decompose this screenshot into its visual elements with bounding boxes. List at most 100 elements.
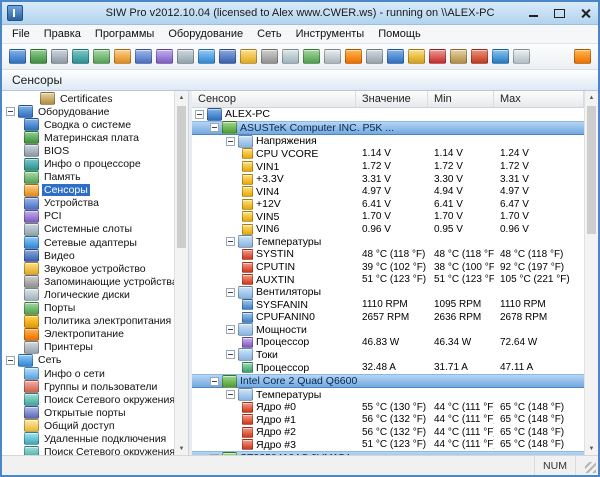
table-row[interactable]: VIN44.97 V4.94 V4.97 V xyxy=(192,185,584,198)
cpu-toolbar-button[interactable] xyxy=(70,46,91,67)
sidebar-item[interactable]: Запоминающие устройства xyxy=(2,275,174,288)
sidebar-item[interactable]: Электропитание xyxy=(2,328,174,341)
menu-item-5[interactable]: Инструменты xyxy=(289,27,372,41)
cert-toolbar-button[interactable] xyxy=(448,46,469,67)
expander-icon[interactable] xyxy=(195,110,204,119)
email-toolbar-button[interactable] xyxy=(511,46,532,67)
scroll-up-icon[interactable]: ▲ xyxy=(175,91,188,104)
storage-toolbar-button[interactable] xyxy=(259,46,280,67)
sidebar-item[interactable]: Сводка о системе xyxy=(2,118,174,131)
expander-icon[interactable] xyxy=(226,137,235,146)
sidebar-item[interactable]: PCI xyxy=(2,210,174,223)
expander-icon[interactable] xyxy=(210,377,219,386)
title-bar[interactable]: SIW Pro v2012.10.04 (licensed to Alex ww… xyxy=(2,2,598,25)
sidebar-item[interactable]: Видео xyxy=(2,249,174,262)
table-row[interactable]: Вентиляторы xyxy=(192,286,584,299)
table-row[interactable]: SYSFANIN1110 RPM1095 RPM1110 RPM xyxy=(192,298,584,311)
sidebar-item[interactable]: Certificates xyxy=(2,92,174,105)
column-header-max[interactable]: Max xyxy=(494,91,584,107)
menu-item-2[interactable]: Программы xyxy=(88,27,161,41)
globe-toolbar-button[interactable] xyxy=(490,46,511,67)
devices-toolbar-button[interactable] xyxy=(133,46,154,67)
printers-toolbar-button[interactable] xyxy=(364,46,385,67)
table-row[interactable]: Токи xyxy=(192,349,584,362)
menu-item-0[interactable]: File xyxy=(5,27,37,41)
sensors-toolbar-button[interactable] xyxy=(112,46,133,67)
summary-toolbar-button[interactable] xyxy=(7,46,28,67)
table-row[interactable]: VIN11.72 V1.72 V1.72 V xyxy=(192,160,584,173)
table-row[interactable]: +3.3V3.31 V3.30 V3.31 V xyxy=(192,173,584,186)
column-header-value[interactable]: Значение xyxy=(356,91,428,107)
table-row[interactable]: CPU VCORE1.14 V1.14 V1.24 V xyxy=(192,148,584,161)
sidebar-item[interactable]: Политика электропитания xyxy=(2,315,174,328)
table-row[interactable]: VIN51.70 V1.70 V1.70 V xyxy=(192,211,584,224)
column-header-sensor[interactable]: Сенсор xyxy=(192,91,356,107)
table-row[interactable]: Ядро #055 °C (130 °F)44 °C (111 °F)65 °C… xyxy=(192,401,584,414)
slots-toolbar-button[interactable] xyxy=(175,46,196,67)
sidebar-item[interactable]: Звуковое устройство xyxy=(2,262,174,275)
sidebar-item[interactable]: Удаленные подключения xyxy=(2,432,174,445)
maximize-button[interactable] xyxy=(546,4,572,22)
menu-item-3[interactable]: Оборудование xyxy=(161,27,250,41)
table-row[interactable]: Мощности xyxy=(192,324,584,337)
sidebar-item[interactable]: Группы и пользователи xyxy=(2,380,174,393)
power-toolbar-button[interactable] xyxy=(343,46,364,67)
scroll-thumb[interactable] xyxy=(177,106,186,248)
expander-icon[interactable] xyxy=(210,123,219,132)
bios-toolbar-button[interactable] xyxy=(49,46,70,67)
scroll-down-icon[interactable]: ▼ xyxy=(585,442,598,455)
expander-icon[interactable] xyxy=(6,107,15,116)
table-scrollbar[interactable]: ▲ ▼ xyxy=(584,91,598,455)
table-row[interactable]: Процессор46.83 W46.34 W72.64 W xyxy=(192,336,584,349)
sidebar-scrollbar[interactable]: ▲ ▼ xyxy=(174,91,188,455)
scroll-thumb[interactable] xyxy=(587,106,596,234)
sidebar-item[interactable]: Устройства xyxy=(2,197,174,210)
table-row[interactable]: AUXTIN51 °C (123 °F)51 °C (123 °F)105 °C… xyxy=(192,273,584,286)
home-toolbar-button[interactable] xyxy=(469,46,490,67)
disks-toolbar-button[interactable] xyxy=(280,46,301,67)
menu-item-4[interactable]: Сеть xyxy=(250,27,288,41)
table-row[interactable]: VIN60.96 V0.95 V0.96 V xyxy=(192,223,584,236)
sidebar-item[interactable]: Поиск Сетевого окружения xyxy=(2,446,174,455)
column-header-min[interactable]: Min xyxy=(428,91,494,107)
sidebar-item[interactable]: Сенсоры xyxy=(2,184,174,197)
scroll-down-icon[interactable]: ▼ xyxy=(175,442,188,455)
table-row[interactable]: SYSTIN48 °C (118 °F)48 °C (118 °F)48 °C … xyxy=(192,248,584,261)
table-row[interactable]: Температуры xyxy=(192,388,584,401)
sidebar-item[interactable]: BIOS xyxy=(2,144,174,157)
table-row[interactable]: +12V6.41 V6.41 V6.47 V xyxy=(192,198,584,211)
table-row[interactable]: Ядро #156 °C (132 °F)44 °C (111 °F)65 °C… xyxy=(192,414,584,427)
table-row[interactable]: CPUFANIN02657 RPM2636 RPM2678 RPM xyxy=(192,311,584,324)
expander-icon[interactable] xyxy=(226,350,235,359)
stopwatch-toolbar-button[interactable] xyxy=(322,46,343,67)
menu-item-6[interactable]: Помощь xyxy=(371,27,428,41)
ports-toolbar-button[interactable] xyxy=(301,46,322,67)
key-toolbar-button[interactable] xyxy=(406,46,427,67)
table-row[interactable]: Напряжения xyxy=(192,135,584,148)
expander-icon[interactable] xyxy=(226,288,235,297)
sidebar-item[interactable]: Поиск Сетевого окружения xyxy=(2,393,174,406)
sidebar-item[interactable]: Порты xyxy=(2,302,174,315)
video-toolbar-button[interactable] xyxy=(217,46,238,67)
scroll-up-icon[interactable]: ▲ xyxy=(585,91,598,104)
sidebar-item[interactable]: Системные слоты xyxy=(2,223,174,236)
rss-toolbar-button[interactable] xyxy=(572,46,593,67)
sidebar-item[interactable]: Оборудование xyxy=(2,105,174,118)
scroll-track[interactable] xyxy=(175,104,188,442)
table-row[interactable]: CPUTIN39 °C (102 °F)38 °C (100 °F)92 °C … xyxy=(192,261,584,274)
expander-icon[interactable] xyxy=(226,237,235,246)
table-row[interactable]: Intel Core 2 Quad Q6600 xyxy=(192,374,584,389)
monitor-toolbar-button[interactable] xyxy=(385,46,406,67)
scroll-track[interactable] xyxy=(585,104,598,442)
sidebar-item[interactable]: Материнская плата xyxy=(2,131,174,144)
sidebar-item[interactable]: Сеть xyxy=(2,354,174,367)
menu-item-1[interactable]: Правка xyxy=(37,27,88,41)
motherboard-toolbar-button[interactable] xyxy=(28,46,49,67)
close-button[interactable] xyxy=(572,4,598,22)
table-row[interactable]: ASUSTeK Computer INC. P5K ... xyxy=(192,121,584,136)
sidebar-item[interactable]: Принтеры xyxy=(2,341,174,354)
sidebar-item[interactable]: Открытые порты xyxy=(2,406,174,419)
resize-grip[interactable] xyxy=(576,456,598,475)
table-row[interactable]: Ядро #256 °C (132 °F)44 °C (111 °F)65 °C… xyxy=(192,426,584,439)
minimize-button[interactable] xyxy=(520,4,546,22)
